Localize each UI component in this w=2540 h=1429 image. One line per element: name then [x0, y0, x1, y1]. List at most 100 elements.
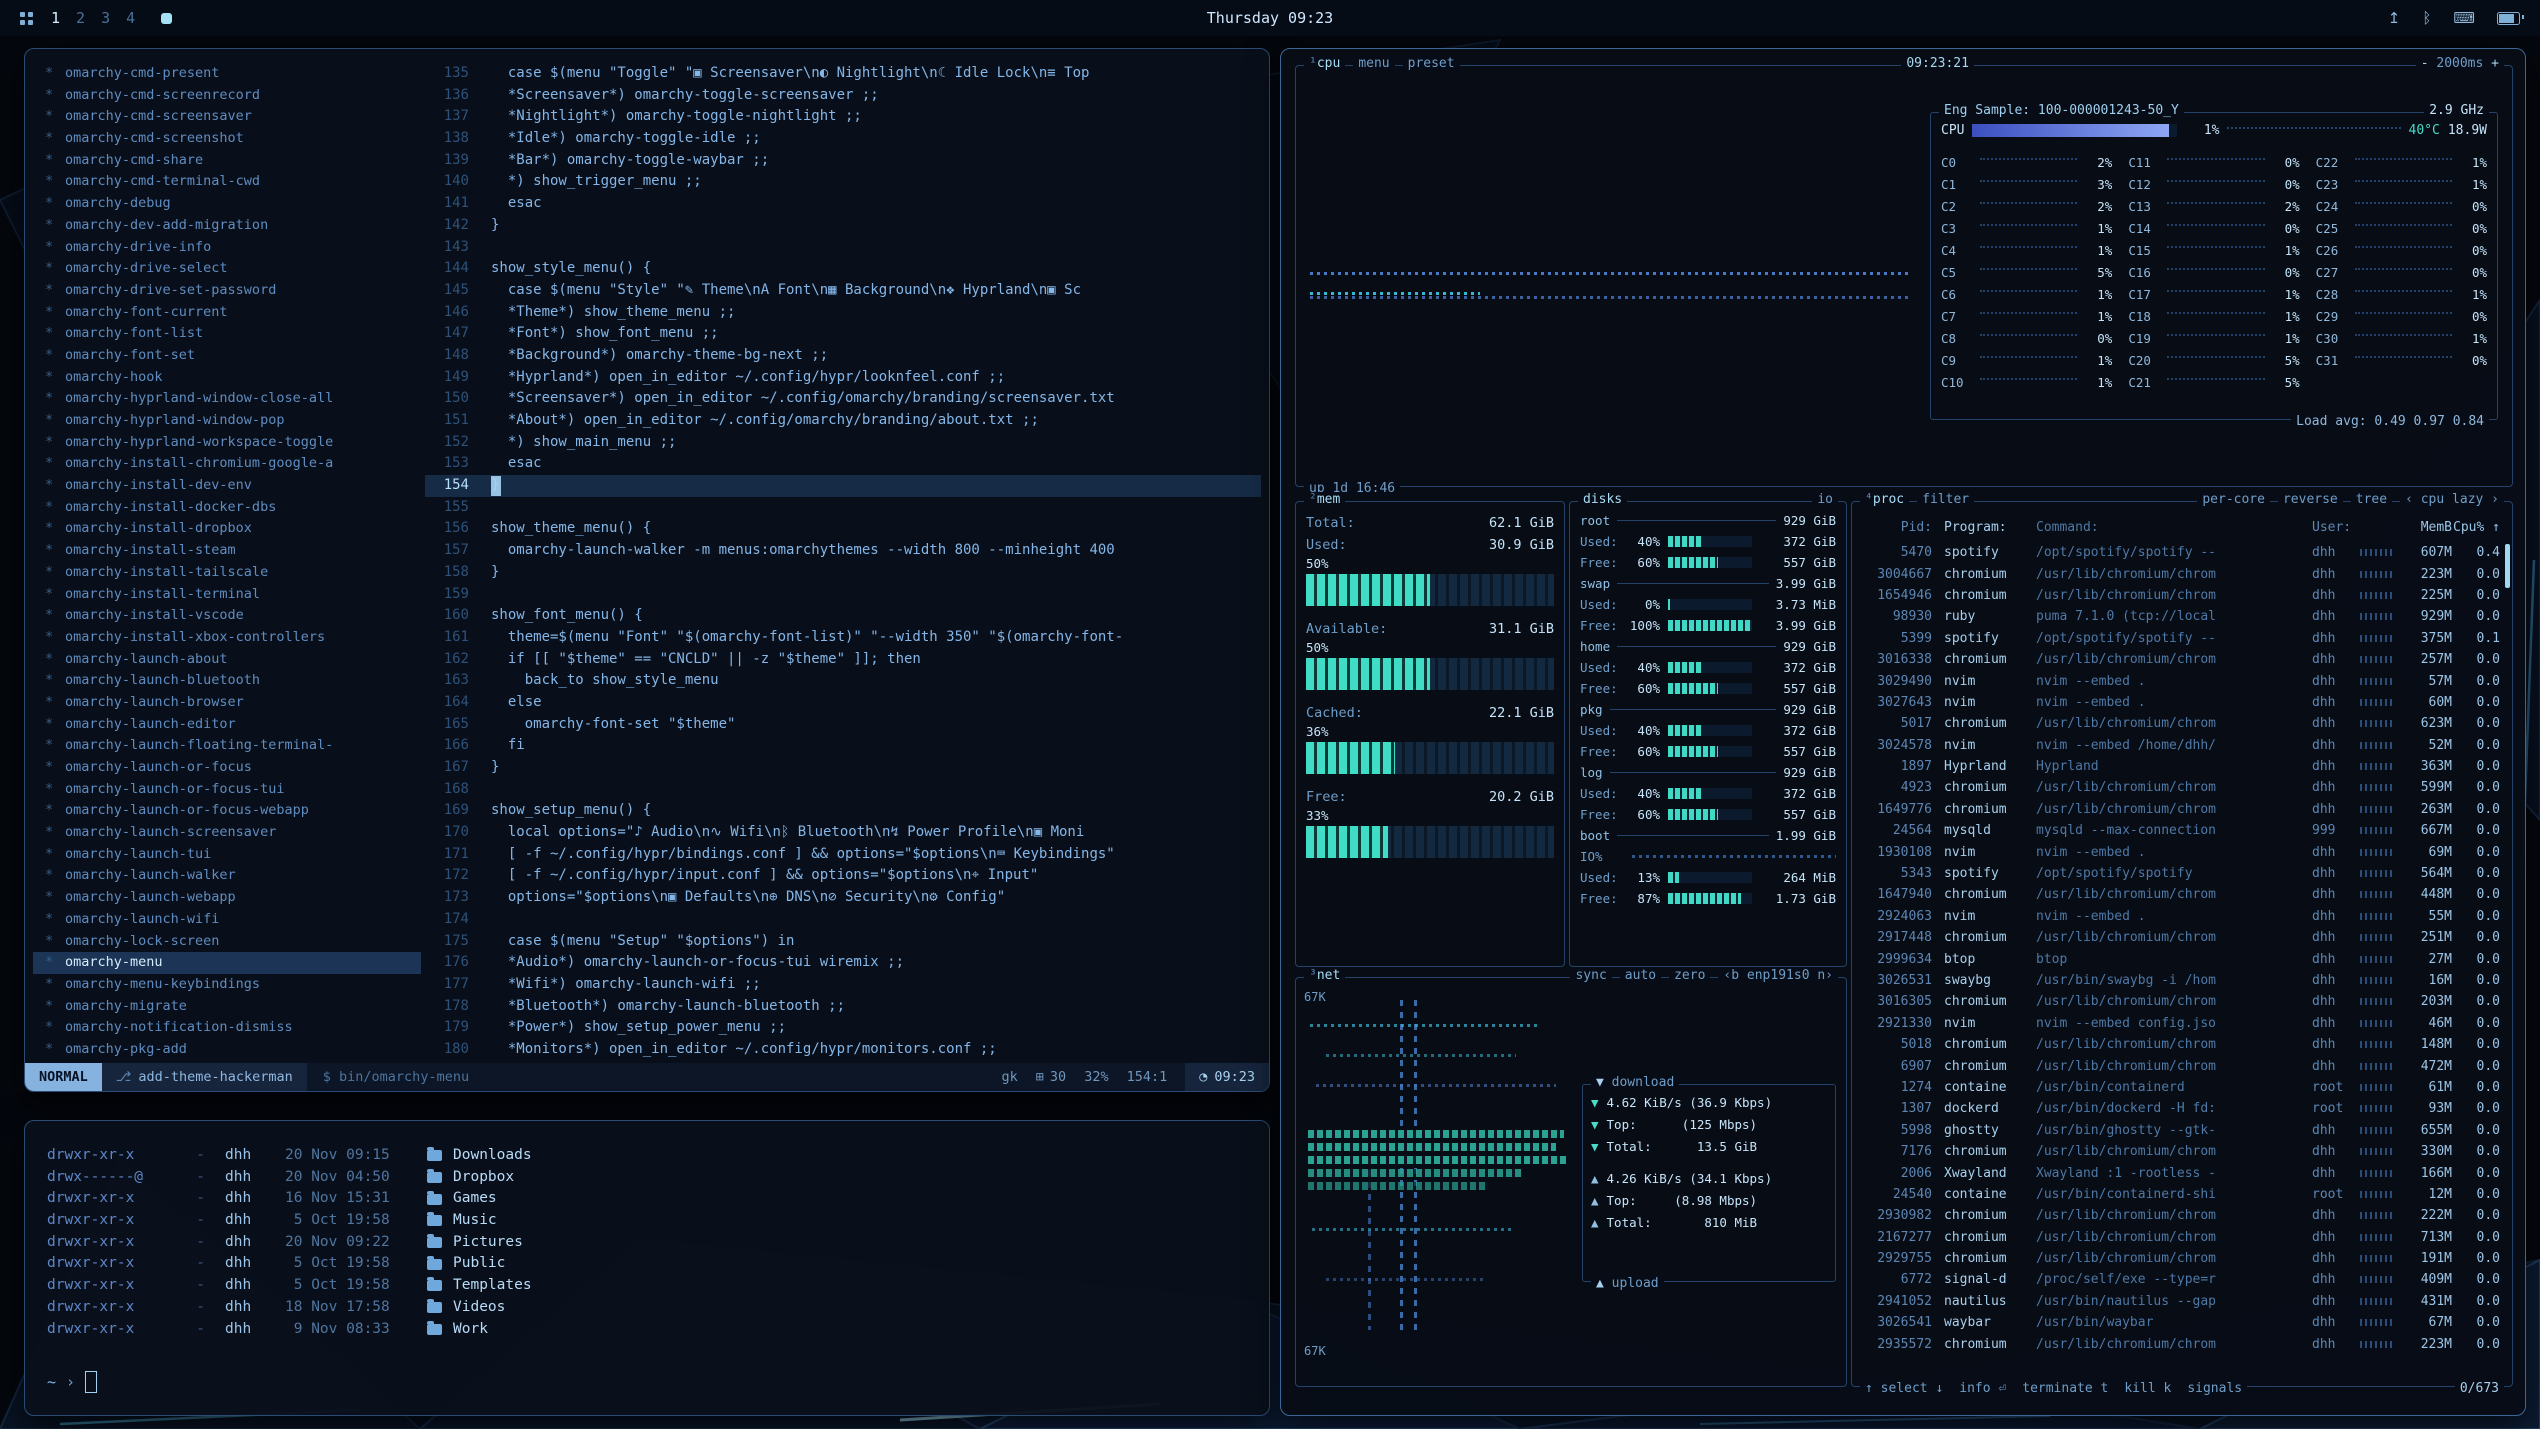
process-row[interactable]: 2917448 chromium /usr/lib/chromium/chrom…: [1860, 927, 2504, 948]
code-line[interactable]: 175 case $(menu "Setup" "$options") in: [425, 931, 1261, 953]
code-line[interactable]: 146 *Theme*) show_theme_menu ;;: [425, 302, 1261, 324]
sort-selector[interactable]: ‹ cpu lazy ›: [2400, 492, 2504, 507]
preset-button[interactable]: preset: [1403, 56, 1460, 71]
network-interface-selector[interactable]: ‹b enp191s0 n›: [1718, 968, 1838, 983]
process-row[interactable]: 3016338 chromium /usr/lib/chromium/chrom…: [1860, 649, 2504, 670]
file-tree-item[interactable]: *omarchy-launch-or-focus-tui: [33, 779, 421, 801]
file-tree-item[interactable]: *omarchy-cmd-terminal-cwd: [33, 171, 421, 193]
code-line[interactable]: 168: [425, 779, 1261, 801]
cpu-header[interactable]: Cpu% ↑: [2452, 520, 2504, 535]
proc-footer-action[interactable]: signals: [2187, 1381, 2242, 1396]
code-line[interactable]: 173 options="$options\n▣ Defaults\n⊕ DNS…: [425, 887, 1261, 909]
process-row[interactable]: 1654946 chromium /usr/lib/chromium/chrom…: [1860, 585, 2504, 606]
code-line[interactable]: 171 [ -f ~/.config/hypr/bindings.conf ] …: [425, 844, 1261, 866]
screen-record-indicator[interactable]: [161, 13, 172, 24]
process-row[interactable]: 2929755 chromium /usr/lib/chromium/chrom…: [1860, 1248, 2504, 1269]
file-tree-item[interactable]: *omarchy-install-terminal: [33, 584, 421, 606]
workspace-1[interactable]: 1: [51, 9, 60, 27]
code-line[interactable]: 167}: [425, 757, 1261, 779]
reverse-button[interactable]: reverse: [2278, 492, 2343, 507]
file-tree-item[interactable]: *omarchy-install-dev-env: [33, 475, 421, 497]
file-tree-item[interactable]: *omarchy-install-steam: [33, 540, 421, 562]
code-line[interactable]: 142}: [425, 215, 1261, 237]
code-line[interactable]: 156show_theme_menu() {: [425, 518, 1261, 540]
code-line[interactable]: 179 *Power*) show_setup_power_menu ;;: [425, 1017, 1261, 1039]
file-tree-item[interactable]: *omarchy-drive-set-password: [33, 280, 421, 302]
interval-plus-button[interactable]: +: [2491, 56, 2499, 71]
process-row[interactable]: 2935572 chromium /usr/lib/chromium/chrom…: [1860, 1333, 2504, 1354]
code-line[interactable]: 147 *Font*) show_font_menu ;;: [425, 323, 1261, 345]
file-tree-item[interactable]: *omarchy-launch-screensaver: [33, 822, 421, 844]
file-tree-item[interactable]: *omarchy-drive-info: [33, 237, 421, 259]
mem-header[interactable]: MemB: [2400, 520, 2452, 535]
terminal-window[interactable]: drwxr-xr-x - dhh 20 Nov 09:15 Downloads …: [24, 1120, 1270, 1416]
process-row[interactable]: 2941052 nautilus /usr/bin/nautilus --gap…: [1860, 1291, 2504, 1312]
file-tree-item[interactable]: *omarchy-menu: [33, 952, 421, 974]
file-tree-item[interactable]: *omarchy-hook: [33, 367, 421, 389]
file-tree-item[interactable]: *omarchy-migrate: [33, 996, 421, 1018]
file-tree-item[interactable]: *omarchy-launch-webapp: [33, 887, 421, 909]
process-row[interactable]: 5018 chromium /usr/lib/chromium/chrom dh…: [1860, 1034, 2504, 1055]
process-row[interactable]: 1897 Hyprland Hyprland dhh 363M 0.0: [1860, 756, 2504, 777]
file-tree-item[interactable]: *omarchy-cmd-present: [33, 63, 421, 85]
sync-button[interactable]: sync: [1570, 968, 1611, 983]
file-tree-item[interactable]: *omarchy-install-docker-dbs: [33, 497, 421, 519]
process-row[interactable]: 5470 spotify /opt/spotify/spotify -- dhh…: [1860, 542, 2504, 563]
file-tree-item[interactable]: *omarchy-launch-browser: [33, 692, 421, 714]
user-header[interactable]: User:: [2312, 520, 2360, 535]
process-row[interactable]: 3016305 chromium /usr/lib/chromium/chrom…: [1860, 991, 2504, 1012]
process-row[interactable]: 1307 dockerd /usr/bin/dockerd -H fd: roo…: [1860, 1098, 2504, 1119]
process-row[interactable]: 4923 chromium /usr/lib/chromium/chrom dh…: [1860, 777, 2504, 798]
process-row[interactable]: 5017 chromium /usr/lib/chromium/chrom dh…: [1860, 713, 2504, 734]
process-row[interactable]: 3026541 waybar /usr/bin/waybar dhh 67M 0…: [1860, 1312, 2504, 1333]
file-tree-item[interactable]: *omarchy-menu-keybindings: [33, 974, 421, 996]
mem-box-title[interactable]: ²mem: [1304, 492, 1345, 507]
process-row[interactable]: 1930108 nvim nvim --embed . dhh 69M 0.0: [1860, 841, 2504, 862]
process-row[interactable]: 24564 mysqld mysqld --max-connection 999…: [1860, 820, 2504, 841]
process-row[interactable]: 6772 signal-d /proc/self/exe --type=r dh…: [1860, 1269, 2504, 1290]
code-line[interactable]: 174: [425, 909, 1261, 931]
process-row[interactable]: 6907 chromium /usr/lib/chromium/chrom dh…: [1860, 1055, 2504, 1076]
file-tree-item[interactable]: *omarchy-launch-editor: [33, 714, 421, 736]
process-row[interactable]: 3026531 swaybg /usr/bin/swaybg -i /hom d…: [1860, 970, 2504, 991]
disks-box-title[interactable]: disks: [1578, 492, 1627, 507]
workspace-4[interactable]: 4: [126, 9, 135, 27]
battery-icon[interactable]: [2497, 12, 2520, 25]
code-line[interactable]: 136 *Screensaver*) omarchy-toggle-screen…: [425, 85, 1261, 107]
file-tree-item[interactable]: *omarchy-font-set: [33, 345, 421, 367]
process-row[interactable]: 1649776 chromium /usr/lib/chromium/chrom…: [1860, 799, 2504, 820]
process-row[interactable]: 5998 ghostty /usr/bin/ghostty --gtk- dhh…: [1860, 1120, 2504, 1141]
process-row[interactable]: 2924063 nvim nvim --embed . dhh 55M 0.0: [1860, 906, 2504, 927]
code-line[interactable]: 180 *Monitors*) open_in_editor ~/.config…: [425, 1039, 1261, 1061]
code-line[interactable]: 151 *About*) open_in_editor ~/.config/om…: [425, 410, 1261, 432]
process-row[interactable]: 3024578 nvim nvim --embed /home/dhh/ dhh…: [1860, 735, 2504, 756]
file-tree-item[interactable]: *omarchy-notification-dismiss: [33, 1017, 421, 1039]
shell-prompt[interactable]: ~ ›: [47, 1371, 97, 1393]
proc-scrollbar-thumb[interactable]: [2505, 544, 2510, 588]
pid-header[interactable]: Pid:: [1860, 520, 1932, 535]
code-line[interactable]: 164 else: [425, 692, 1261, 714]
file-tree-item[interactable]: *omarchy-install-tailscale: [33, 562, 421, 584]
code-line[interactable]: 154}: [425, 475, 1261, 497]
code-line[interactable]: 166 fi: [425, 735, 1261, 757]
process-row[interactable]: 24540 containe /usr/bin/containerd-shi r…: [1860, 1184, 2504, 1205]
code-line[interactable]: 155: [425, 497, 1261, 519]
file-tree-item[interactable]: *omarchy-launch-tui: [33, 844, 421, 866]
file-tree-item[interactable]: *omarchy-launch-or-focus-webapp: [33, 800, 421, 822]
app-launcher-icon[interactable]: [20, 12, 33, 25]
editor-window[interactable]: *omarchy-cmd-present *omarchy-cmd-screen…: [24, 48, 1270, 1092]
file-tree-item[interactable]: *omarchy-install-chromium-google-a: [33, 453, 421, 475]
file-tree-item[interactable]: *omarchy-lock-screen: [33, 931, 421, 953]
file-tree-item[interactable]: *omarchy-pkg-add: [33, 1039, 421, 1061]
code-line[interactable]: 144show_style_menu() {: [425, 258, 1261, 280]
file-tree-item[interactable]: *omarchy-hyprland-window-pop: [33, 410, 421, 432]
file-tree-item[interactable]: *omarchy-launch-walker: [33, 865, 421, 887]
menu-button[interactable]: menu: [1353, 56, 1394, 71]
file-tree-item[interactable]: *omarchy-launch-bluetooth: [33, 670, 421, 692]
code-line[interactable]: 139 *Bar*) omarchy-toggle-waybar ;;: [425, 150, 1261, 172]
file-tree-item[interactable]: *omarchy-font-current: [33, 302, 421, 324]
file-tree-item[interactable]: *omarchy-dev-add-migration: [33, 215, 421, 237]
process-row[interactable]: 2930982 chromium /usr/lib/chromium/chrom…: [1860, 1205, 2504, 1226]
process-row[interactable]: 1274 containe /usr/bin/containerd root 6…: [1860, 1077, 2504, 1098]
process-row[interactable]: 1647940 chromium /usr/lib/chromium/chrom…: [1860, 884, 2504, 905]
